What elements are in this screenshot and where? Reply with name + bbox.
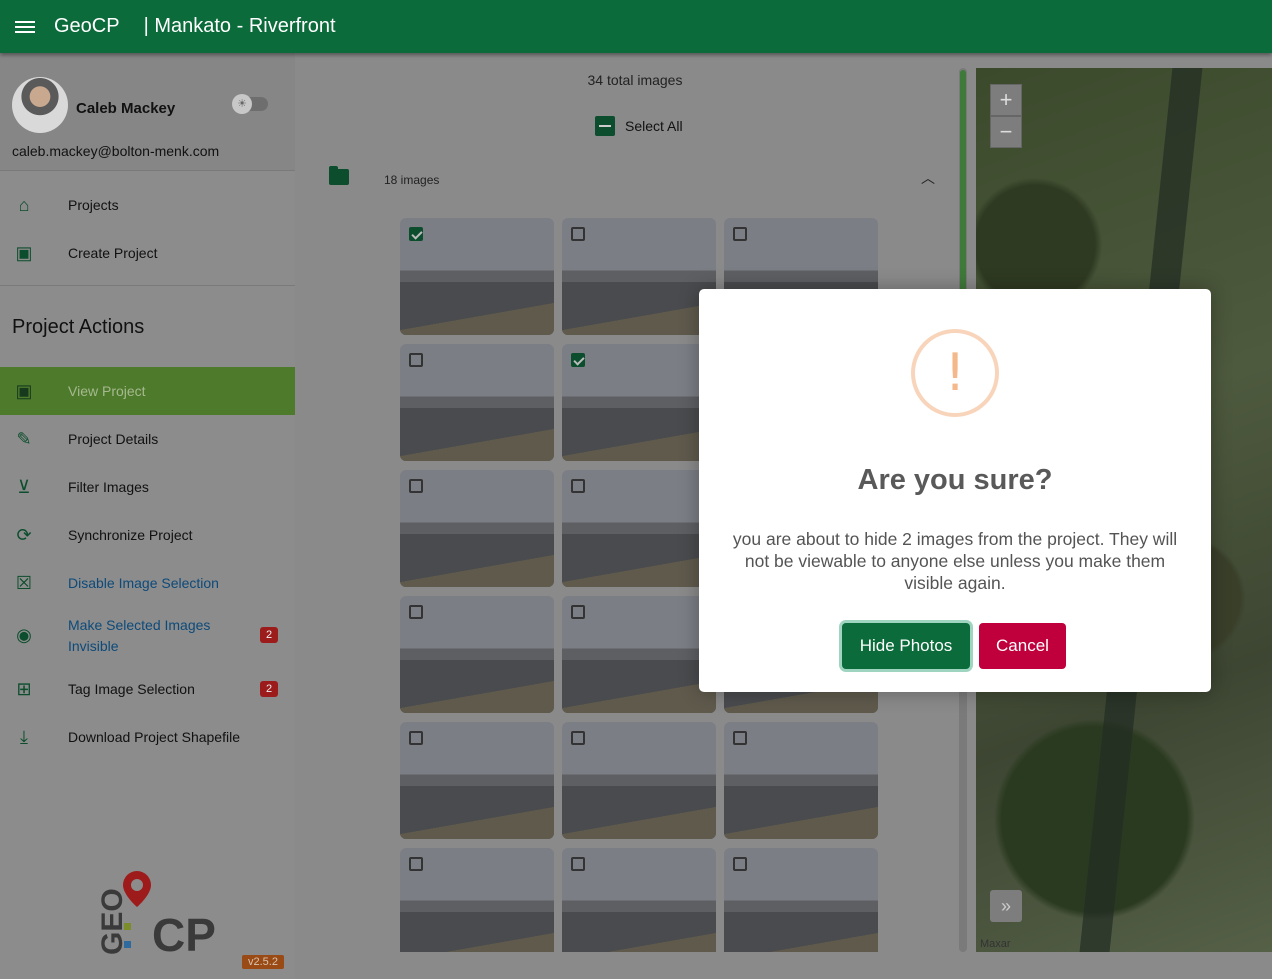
cancel-button[interactable]: Cancel bbox=[979, 623, 1066, 669]
project-title: | Mankato - Riverfront bbox=[143, 15, 336, 37]
dialog-message: you are about to hide 2 images from the … bbox=[732, 529, 1178, 593]
confirm-dialog: ! Are you sure? you are about to hide 2 … bbox=[699, 289, 1211, 692]
app-name[interactable]: GeoCP bbox=[54, 15, 120, 38]
dialog-title: Are you sure? bbox=[857, 464, 1053, 496]
hide-photos-button[interactable]: Hide Photos bbox=[842, 623, 970, 669]
app-header: GeoCP | Mankato - Riverfront bbox=[0, 0, 1272, 53]
menu-icon[interactable] bbox=[15, 18, 35, 36]
warning-icon: ! bbox=[911, 329, 999, 417]
